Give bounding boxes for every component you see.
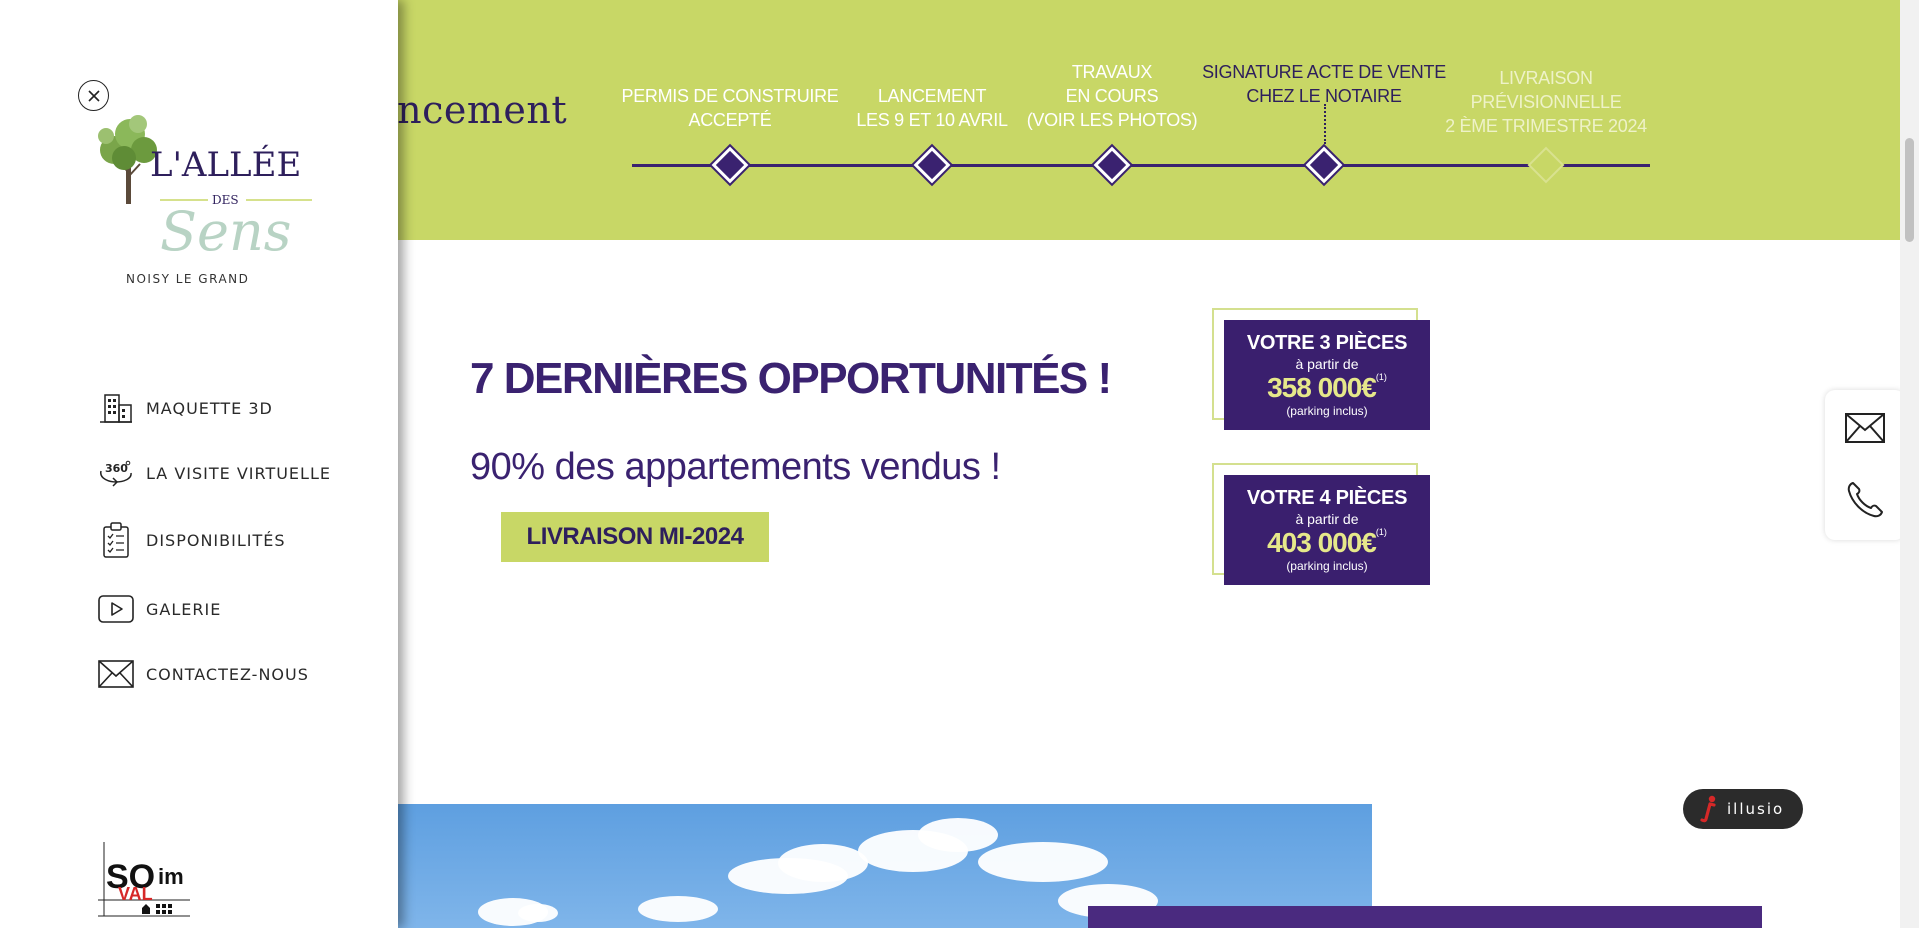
menu-item-visite-virtuelle[interactable]: 360 LA VISITE VIRTUELLE [98,455,331,491]
price-from-label: à partir de [1295,511,1359,527]
price-card-title: VOTRE 3 PIÈCES [1246,332,1408,354]
tree-illustration [98,115,157,204]
price-box: VOTRE 4 PIÈCES à partir de 403 000€(1) (… [1224,475,1430,585]
envelope-icon [98,658,134,690]
envelope-icon [1845,413,1885,443]
price-card-4-rooms: VOTRE 4 PIÈCES à partir de 403 000€(1) (… [1212,463,1432,585]
milestone-marker-lancement [913,146,951,184]
close-icon [87,89,100,102]
menu-item-maquette-3d[interactable]: MAQUETTE 3D [98,390,273,426]
price-footnote: (1) [1375,527,1387,537]
menu-item-disponibilites[interactable]: DISPONIBILITÉS [98,522,286,558]
timeline-line [632,164,1650,167]
menu-item-label: DISPONIBILITÉS [146,530,286,550]
illusio-badge[interactable]: illusio [1683,789,1803,829]
current-stage-pointer [1324,104,1326,144]
illusio-label: illusio [1727,800,1785,818]
milestone-label-signature: SIGNATURE ACTE DE VENTE CHEZ LE NOTAIRE [1202,62,1446,106]
menu-item-contact[interactable]: CONTACTEZ-NOUS [98,656,309,692]
building-icon [98,392,134,424]
menu-item-label: CONTACTEZ-NOUS [146,664,309,684]
play-icon [98,593,134,625]
brand-name-line3: Sens [160,200,291,262]
price-value: 403 000€ [1267,527,1377,558]
parking-note: (parking inclus) [1286,404,1368,418]
milestone-label-lancement: LANCEMENT LES 9 ET 10 AVRIL [856,86,1008,130]
milestone-marker-livraison [1527,146,1565,184]
menu-item-label: MAQUETTE 3D [146,398,273,418]
close-menu-button[interactable] [78,80,109,111]
phone-icon [1847,482,1883,518]
scrollbar-thumb[interactable] [1905,138,1914,242]
menu-item-label: LA VISITE VIRTUELLE [146,463,331,483]
menu-item-galerie[interactable]: GALERIE [98,591,221,627]
price-value: 358 000€ [1267,372,1377,403]
side-menu: L'ALLÉE DES Sens NOISY LE GRAND MAQUETTE… [0,0,398,928]
phone-button[interactable] [1843,478,1887,522]
price-footnote: (1) [1375,372,1387,382]
promoter-logo: SO VAL im [98,842,190,917]
milestone-label-permis: PERMIS DE CONSTRUIRE ACCEPTÉ [621,86,839,130]
brand-name-line1: L'ALLÉE [150,144,301,185]
offer-headline: 7 DERNIÈRES OPPORTUNITÉS ! [470,354,1112,403]
email-button[interactable] [1843,406,1887,450]
location-label: NOISY LE GRAND [126,272,250,286]
price-card-3-rooms: VOTRE 3 PIÈCES à partir de 358 000€(1) (… [1212,308,1432,430]
delivery-badge: LIVRAISON MI-2024 [501,512,769,562]
scrollbar[interactable] [1900,0,1919,928]
price-card-title: VOTRE 4 PIÈCES [1246,487,1408,509]
promoter-logo-line2: VAL [118,884,153,904]
milestone-marker-signature [1305,146,1343,184]
brand-logo: L'ALLÉE DES Sens [98,115,312,262]
parking-note: (parking inclus) [1286,559,1368,573]
milestone-label-travaux[interactable]: TRAVAUX EN COURS (VOIR LES PHOTOS) [1027,60,1198,132]
menu-item-label: GALERIE [146,599,222,619]
svg-text:360: 360 [105,462,128,475]
sales-status-text: 90% des appartements vendus ! [470,446,1001,488]
contact-widget [1825,390,1900,540]
illusio-logo-icon [1700,795,1716,823]
milestone-marker-permis [711,146,749,184]
promoter-logo-line3: im [158,864,184,889]
clipboard-list-icon [98,522,134,558]
info-banner [1088,906,1762,928]
price-box: VOTRE 3 PIÈCES à partir de 358 000€(1) (… [1224,320,1430,430]
price-from-label: à partir de [1295,356,1359,372]
milestone-label-livraison: LIVRAISON PRÉVISIONNELLE 2 ÈME TRIMESTRE 2… [1445,68,1647,136]
360-icon: 360 [98,457,134,489]
milestone-marker-travaux [1093,146,1131,184]
